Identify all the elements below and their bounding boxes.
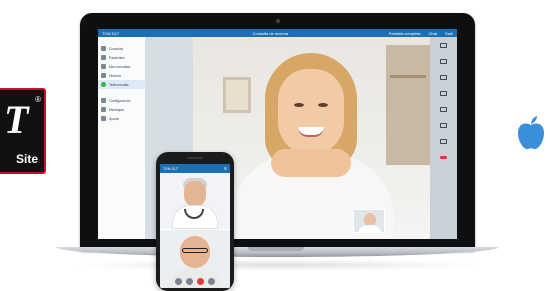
sidebar-item-active[interactable]: Teleconsulta xyxy=(98,80,145,89)
app-brand: TOM DLT xyxy=(102,30,120,36)
app-title: Consulta de doctora xyxy=(252,30,289,36)
phone-speaker xyxy=(187,157,203,159)
glasses xyxy=(182,248,208,253)
status-dot-icon xyxy=(101,82,106,87)
registered-mark: ® xyxy=(35,95,41,104)
clasped-hands xyxy=(271,149,351,177)
doctor-face xyxy=(184,181,206,207)
monitor-icon[interactable] xyxy=(440,43,447,49)
background-shelf xyxy=(386,45,430,165)
sidebar-item[interactable]: Configuración xyxy=(98,96,145,105)
sidebar-section-title xyxy=(98,37,145,44)
smartphone: TOM DLT ☰ xyxy=(156,152,234,291)
phone-call-controls xyxy=(160,278,230,285)
patient-video-feed xyxy=(160,230,230,288)
call-toolbar xyxy=(430,37,457,239)
fullscreen-link[interactable]: Pantalla completa xyxy=(389,31,421,36)
chat-icon[interactable] xyxy=(440,123,447,129)
laptop: TOM DLT Consulta de doctora Pantalla com… xyxy=(80,13,475,251)
apple-icon xyxy=(518,116,544,150)
logo-mark: T xyxy=(4,97,29,142)
phone-screen: TOM DLT ☰ xyxy=(160,164,230,288)
laptop-screen: TOM DLT Consulta de doctora Pantalla com… xyxy=(98,29,457,239)
hang-up-icon[interactable] xyxy=(440,155,447,161)
doctor-video-feed xyxy=(160,173,230,229)
logo-caption: Site xyxy=(15,152,38,166)
nav-icon xyxy=(101,64,106,69)
laptop-notch xyxy=(248,247,304,251)
exit-link[interactable]: Salir xyxy=(445,31,453,36)
sidebar-item[interactable]: Pacientes xyxy=(98,53,145,62)
menu-icon[interactable]: ☰ xyxy=(224,167,227,171)
nav-icon xyxy=(101,98,106,103)
phone-brand: TOM DLT xyxy=(163,166,179,171)
sidebar-item[interactable]: Mis consultas xyxy=(98,62,145,71)
laptop-shadow xyxy=(70,259,485,271)
self-view-thumbnail[interactable] xyxy=(353,209,385,233)
sidebar-item[interactable]: Historia xyxy=(98,71,145,80)
nav-icon xyxy=(101,116,106,121)
nav-icon xyxy=(101,55,106,60)
smile xyxy=(298,127,324,137)
webcam-dot xyxy=(276,19,280,23)
phone-topbar: TOM DLT ☰ xyxy=(160,164,230,173)
doctor-face xyxy=(278,69,344,155)
camera-icon[interactable] xyxy=(186,278,193,285)
brand-logo: T ® Site xyxy=(0,88,46,174)
nav-icon xyxy=(101,46,106,51)
background-frame xyxy=(223,77,251,113)
eye xyxy=(318,103,328,107)
chat-link[interactable]: Chat xyxy=(429,31,437,36)
share-icon[interactable] xyxy=(440,139,447,145)
microphone-icon[interactable] xyxy=(440,75,447,81)
sidebar-item[interactable]: Mensajes xyxy=(98,105,145,114)
app-sidebar: Consulta Pacientes Mis consultas Histori… xyxy=(98,37,146,239)
marketing-composite: T ® Site TOM DLT Consulta de doctora Pan… xyxy=(0,0,551,291)
sidebar-item[interactable]: Consulta xyxy=(98,44,145,53)
app-topbar: TOM DLT Consulta de doctora Pantalla com… xyxy=(98,29,457,37)
add-user-icon[interactable] xyxy=(440,107,447,113)
camera-icon[interactable] xyxy=(440,59,447,65)
nav-icon xyxy=(101,107,106,112)
eye xyxy=(294,103,304,107)
end-call-icon[interactable] xyxy=(197,278,204,285)
nav-icon xyxy=(101,73,106,78)
sidebar-item[interactable]: Ayuda xyxy=(98,114,145,123)
mute-icon[interactable] xyxy=(175,278,182,285)
user-icon[interactable] xyxy=(440,91,447,97)
settings-icon[interactable] xyxy=(208,278,215,285)
